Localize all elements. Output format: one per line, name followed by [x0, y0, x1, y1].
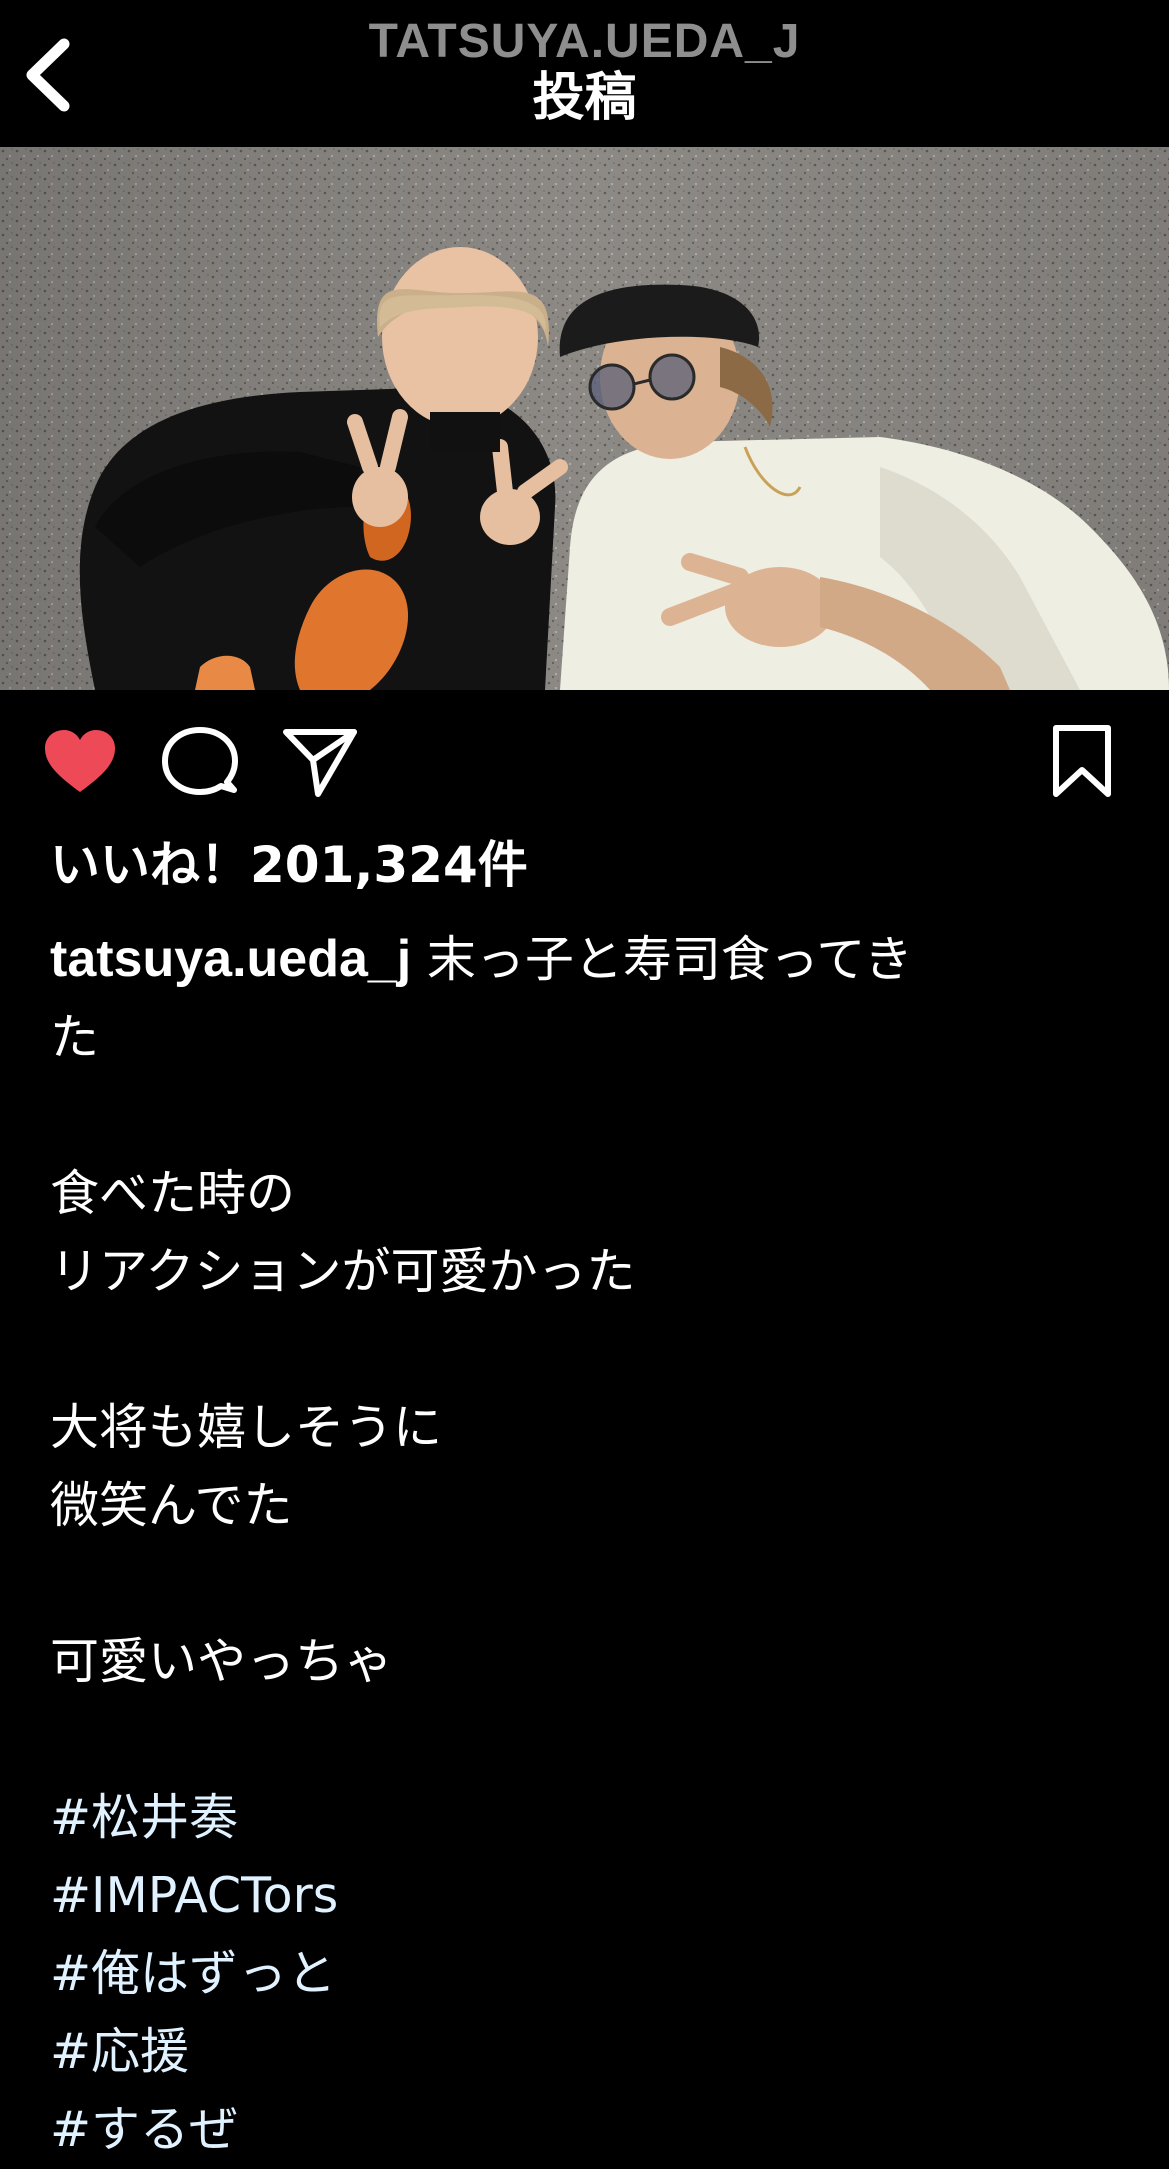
heart-filled-icon: [45, 730, 115, 792]
bookmark-icon: [1053, 725, 1111, 797]
caption-line: 食べた時の: [50, 1165, 296, 1222]
top-bar: TATSUYA.UEDA_J 投稿: [0, 0, 1169, 147]
like-button[interactable]: [40, 722, 120, 802]
caption-line: 可愛いやっちゃ: [50, 1633, 394, 1690]
caption-line: 微笑んでた: [50, 1477, 293, 1534]
page-title: 投稿: [532, 68, 637, 128]
post-caption: tatsuya.ueda_j 末っ子と寿司食ってき た 食べた時の リアクション…: [50, 920, 1130, 2169]
header-username[interactable]: TATSUYA.UEDA_J: [0, 18, 1169, 66]
like-count[interactable]: いいね！201,324件: [50, 840, 528, 890]
share-button[interactable]: [280, 722, 360, 802]
caption-line: リアクションが可愛かった: [50, 1243, 636, 1300]
paper-plane-icon: [283, 729, 357, 797]
hashtag-link[interactable]: #俺はずっと: [50, 1935, 1130, 2013]
hashtag-link[interactable]: #IMPACTors: [50, 1857, 1130, 1935]
comment-button[interactable]: [160, 722, 240, 802]
save-button[interactable]: [1046, 722, 1118, 802]
comment-bubble-icon: [162, 727, 238, 795]
hashtag-link[interactable]: #するぜ: [50, 2091, 1130, 2169]
caption-username[interactable]: tatsuya.ueda_j: [50, 930, 411, 988]
post-photo[interactable]: [0, 147, 1169, 690]
caption-first-line: tatsuya.ueda_j 末っ子と寿司食ってき: [50, 920, 1130, 999]
post-image: [0, 147, 1169, 690]
caption-text-wrap: た: [50, 1009, 100, 1066]
caption-text: 末っ子と寿司食ってき: [426, 931, 913, 988]
caption-line: 大将も嬉しそうに: [50, 1399, 443, 1456]
post-action-bar: [0, 690, 1169, 835]
hashtag-link[interactable]: #松井奏: [50, 1779, 1130, 1857]
hashtag-link[interactable]: #応援: [50, 2013, 1130, 2091]
